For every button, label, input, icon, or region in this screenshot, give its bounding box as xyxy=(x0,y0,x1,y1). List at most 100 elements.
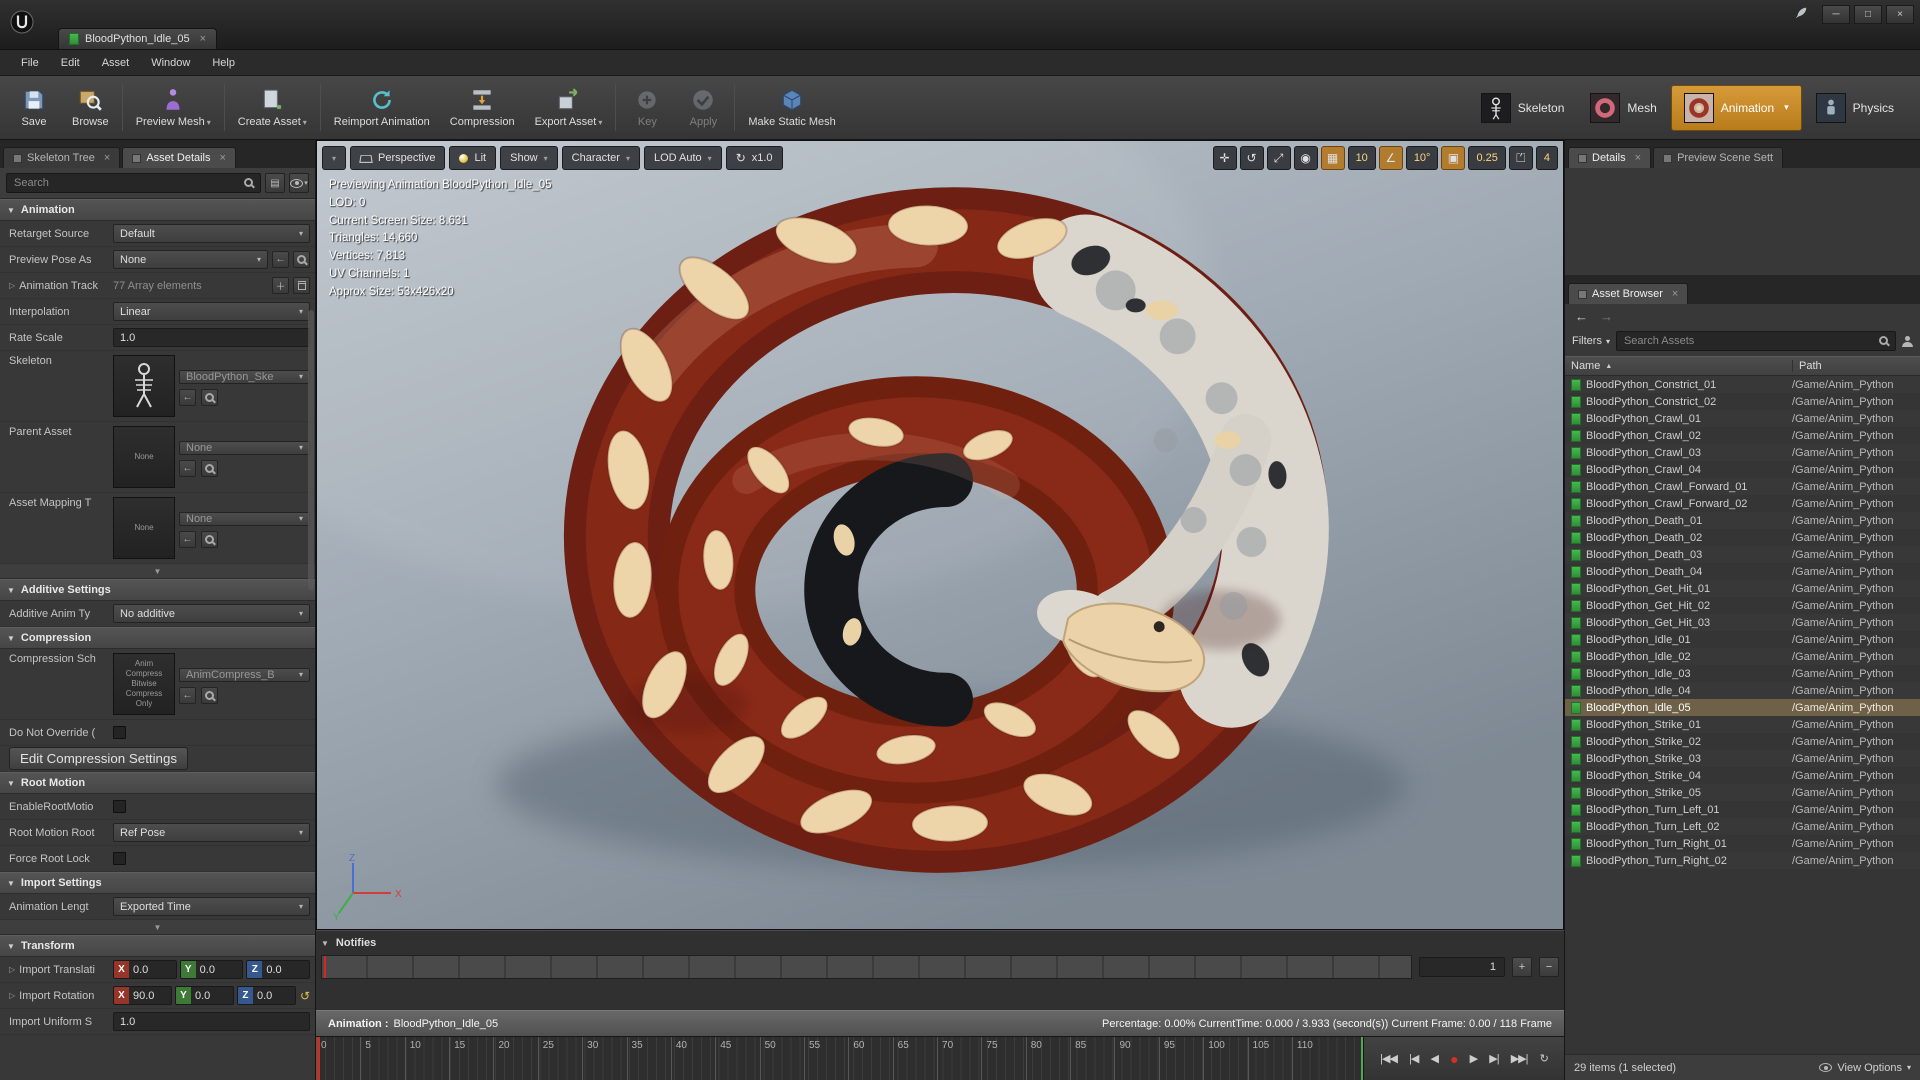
add-track-button[interactable]: + xyxy=(1512,957,1532,977)
rotation-snap-value[interactable]: 10° xyxy=(1405,146,1439,170)
asset-row[interactable]: BloodPython_Crawl_Forward_02 /Game/Anim_… xyxy=(1565,495,1920,512)
tab-close-icon[interactable]: × xyxy=(104,152,110,164)
compression-button[interactable]: Compression xyxy=(440,79,525,137)
developers-filter-icon[interactable] xyxy=(1902,335,1913,347)
browse-button[interactable]: Browse xyxy=(62,79,119,137)
asset-row[interactable]: BloodPython_Constrict_01 /Game/Anim_Pyth… xyxy=(1565,376,1920,393)
translation-y-input[interactable]: Y 0.0 xyxy=(179,960,244,979)
menu-file[interactable]: File xyxy=(10,53,50,73)
asset-search-input[interactable] xyxy=(1615,331,1896,351)
perspective-button[interactable]: Perspective xyxy=(350,146,446,170)
mode-skeleton-button[interactable]: Skeleton xyxy=(1469,85,1577,131)
menu-edit[interactable]: Edit xyxy=(50,53,91,73)
expand-arrow-icon[interactable]: ▷ xyxy=(9,991,15,1000)
reimport-animation-button[interactable]: Reimport Animation xyxy=(324,79,440,137)
add-element-icon[interactable]: ＋ xyxy=(272,277,289,294)
viewport-options-button[interactable]: ▾ xyxy=(322,146,346,170)
asset-row[interactable]: BloodPython_Crawl_02 /Game/Anim_Python xyxy=(1565,427,1920,444)
uniform-scale-input[interactable]: 1.0 xyxy=(113,1012,310,1031)
mode-physics-button[interactable]: Physics xyxy=(1804,85,1906,131)
tab-asset-details[interactable]: Asset Details × xyxy=(122,147,236,168)
browse-to-asset-icon[interactable] xyxy=(293,251,310,268)
section-animation[interactable]: ▼ Animation xyxy=(0,199,315,221)
asset-row[interactable]: BloodPython_Idle_01 /Game/Anim_Python xyxy=(1565,631,1920,648)
reset-to-default-icon[interactable]: ↺ xyxy=(300,989,310,1003)
use-selected-arrow-icon[interactable]: ← xyxy=(179,459,196,477)
forward-arrow-icon[interactable]: → xyxy=(1600,309,1613,324)
step-backward-button[interactable]: |◀ xyxy=(1409,1052,1419,1065)
asset-row[interactable]: BloodPython_Turn_Right_02 /Game/Anim_Pyt… xyxy=(1565,852,1920,869)
tab-close-icon[interactable]: × xyxy=(1635,152,1641,164)
use-selected-arrow-icon[interactable]: ← xyxy=(179,686,196,704)
translation-z-input[interactable]: Z 0.0 xyxy=(246,960,311,979)
remove-track-button[interactable]: − xyxy=(1539,957,1559,977)
rate-scale-input[interactable]: 1.0 xyxy=(113,328,310,347)
asset-row[interactable]: BloodPython_Turn_Right_01 /Game/Anim_Pyt… xyxy=(1565,835,1920,852)
browse-to-asset-icon[interactable] xyxy=(201,388,218,406)
menu-help[interactable]: Help xyxy=(201,53,246,73)
rotate-tool-icon[interactable]: ↺ xyxy=(1239,146,1264,170)
section-additive-settings[interactable]: ▼ Additive Settings xyxy=(0,579,315,601)
asset-row[interactable]: BloodPython_Get_Hit_01 /Game/Anim_Python xyxy=(1565,580,1920,597)
step-forward-button[interactable]: ▶| xyxy=(1489,1052,1499,1065)
record-button[interactable]: ● xyxy=(1450,1051,1459,1067)
rotation-z-input[interactable]: Z 0.0 xyxy=(236,986,296,1005)
play-button[interactable]: ▶ xyxy=(1470,1052,1479,1065)
asset-row[interactable]: BloodPython_Crawl_03 /Game/Anim_Python xyxy=(1565,444,1920,461)
grid-snap-toggle-icon[interactable]: ▦ xyxy=(1320,146,1345,170)
parent-asset-thumbnail[interactable]: None xyxy=(113,426,175,488)
section-transform[interactable]: ▼ Transform xyxy=(0,935,315,957)
scale-tool-icon[interactable]: ⤢ xyxy=(1266,146,1291,170)
mode-animation-button[interactable]: Animation ▾ xyxy=(1670,84,1802,131)
asset-row[interactable]: BloodPython_Idle_05 /Game/Anim_Python xyxy=(1565,699,1920,716)
notify-track[interactable] xyxy=(321,955,1412,979)
asset-row[interactable]: BloodPython_Crawl_01 /Game/Anim_Python xyxy=(1565,410,1920,427)
skeleton-asset-thumbnail[interactable] xyxy=(113,355,175,417)
go-to-end-button[interactable]: ▶▶| xyxy=(1511,1052,1529,1065)
animation-length-dropdown[interactable]: Exported Time ▾ xyxy=(113,897,310,916)
skeleton-asset-dropdown[interactable]: BloodPython_Ske ▾ xyxy=(179,369,310,384)
camera-speed-icon[interactable]: ⏍ xyxy=(1508,146,1533,170)
compression-scheme-dropdown[interactable]: AnimCompress_B ▾ xyxy=(179,667,310,682)
clear-array-trash-icon[interactable] xyxy=(293,277,310,294)
asset-mapping-thumbnail[interactable]: None xyxy=(113,497,175,559)
lit-mode-button[interactable]: Lit xyxy=(449,146,497,170)
use-selected-arrow-icon[interactable]: ← xyxy=(272,251,289,268)
rotation-snap-toggle-icon[interactable]: ∠ xyxy=(1378,146,1403,170)
scale-snap-toggle-icon[interactable]: ▣ xyxy=(1441,146,1466,170)
show-menu-button[interactable]: Show ▾ xyxy=(500,146,558,170)
filters-button[interactable]: Filters ▾ xyxy=(1572,335,1610,347)
compression-scheme-thumbnail[interactable]: Anim Compress Bitwise Compress Only xyxy=(113,653,175,715)
asset-row[interactable]: BloodPython_Strike_05 /Game/Anim_Python xyxy=(1565,784,1920,801)
source-control-quill-icon[interactable] xyxy=(1794,6,1808,23)
menu-window[interactable]: Window xyxy=(140,53,201,73)
retarget-source-dropdown[interactable]: Default ▾ xyxy=(113,224,310,243)
apply-button[interactable]: Apply xyxy=(675,79,731,137)
enable-root-motion-checkbox[interactable] xyxy=(113,800,126,813)
asset-mapping-dropdown[interactable]: None ▾ xyxy=(179,511,310,526)
section-expander[interactable]: ▼ xyxy=(0,564,315,579)
asset-row[interactable]: BloodPython_Strike_03 /Game/Anim_Python xyxy=(1565,750,1920,767)
force-root-lock-checkbox[interactable] xyxy=(113,852,126,865)
timeline-ruler[interactable]: 0 5 10 15 20 25 30 35 40 45 50 55 60 65 70 75 80 85 90 95 10… xyxy=(316,1037,1364,1080)
asset-row[interactable]: BloodPython_Crawl_04 /Game/Anim_Python xyxy=(1565,461,1920,478)
asset-row[interactable]: BloodPython_Death_01 /Game/Anim_Python xyxy=(1565,512,1920,529)
camera-speed-value[interactable]: 4 xyxy=(1535,146,1558,170)
export-asset-button[interactable]: Export Asset ▾ xyxy=(525,79,613,137)
asset-row[interactable]: BloodPython_Death_03 /Game/Anim_Python xyxy=(1565,546,1920,563)
tab-skeleton-tree[interactable]: Skeleton Tree × xyxy=(3,147,121,168)
tab-details[interactable]: Details × xyxy=(1568,147,1652,168)
left-panel-scrollbar[interactable] xyxy=(308,310,314,590)
interpolation-dropdown[interactable]: Linear ▾ xyxy=(113,302,310,321)
use-selected-arrow-icon[interactable]: ← xyxy=(179,388,196,406)
world-local-toggle-icon[interactable]: ◉ xyxy=(1293,146,1318,170)
asset-row[interactable]: BloodPython_Crawl_Forward_01 /Game/Anim_… xyxy=(1565,478,1920,495)
document-tab[interactable]: BloodPython_Idle_05 × xyxy=(58,28,218,49)
browse-to-asset-icon[interactable] xyxy=(201,686,218,704)
additive-anim-dropdown[interactable]: No additive ▾ xyxy=(113,604,310,623)
section-compression[interactable]: ▼ Compression xyxy=(0,627,315,649)
minimize-button[interactable]: ─ xyxy=(1822,5,1850,24)
loop-toggle-button[interactable]: ↻ xyxy=(1540,1052,1549,1065)
asset-row[interactable]: BloodPython_Strike_01 /Game/Anim_Python xyxy=(1565,716,1920,733)
scale-snap-value[interactable]: 0.25 xyxy=(1468,146,1506,170)
